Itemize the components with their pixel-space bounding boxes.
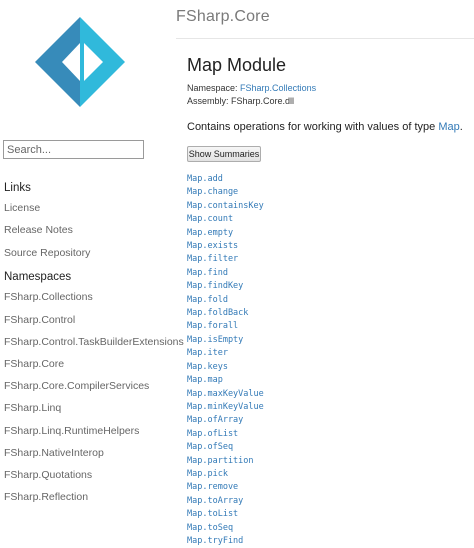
fsharp-logo-icon[interactable] bbox=[35, 17, 125, 107]
list-item: Map.ofList bbox=[187, 425, 264, 439]
member-list: Map.add Map.change Map.containsKey Map.c… bbox=[187, 170, 264, 546]
description-text: Contains operations for working with val… bbox=[187, 121, 439, 133]
list-item: Map.foldBack bbox=[187, 304, 264, 318]
member-link[interactable]: Map.tryFind bbox=[187, 536, 243, 546]
list-item: Map.forall bbox=[187, 317, 264, 331]
list-item: Map.count bbox=[187, 210, 264, 224]
list-item: Map.toList bbox=[187, 505, 264, 519]
assembly-value: FSharp.Core.dll bbox=[231, 96, 295, 106]
namespace-link[interactable]: FSharp.Core bbox=[4, 358, 64, 370]
namespace-info: Namespace: FSharp.Collections bbox=[187, 83, 316, 93]
namespace-link[interactable]: FSharp.Reflection bbox=[4, 491, 88, 503]
namespaces-heading: Namespaces bbox=[4, 271, 72, 283]
list-item: Map.change bbox=[187, 183, 264, 197]
map-type-link[interactable]: Map bbox=[438, 121, 459, 133]
namespace-label: Namespace: bbox=[187, 83, 238, 93]
source-repository-link[interactable]: Source Repository bbox=[4, 247, 90, 259]
list-item: Map.pick bbox=[187, 465, 264, 479]
release-notes-link[interactable]: Release Notes bbox=[4, 224, 73, 236]
namespace-link[interactable]: FSharp.Quotations bbox=[4, 469, 92, 481]
list-item: Map.filter bbox=[187, 250, 264, 264]
description-suffix: . bbox=[459, 121, 463, 133]
list-item: Map.tryFind bbox=[187, 532, 264, 546]
namespace-link[interactable]: FSharp.Linq.RuntimeHelpers bbox=[4, 425, 139, 437]
list-item: Map.find bbox=[187, 264, 264, 278]
list-item: Map.remove bbox=[187, 478, 264, 492]
list-item: Map.ofSeq bbox=[187, 438, 264, 452]
member-link[interactable]: Map.count bbox=[187, 214, 233, 224]
member-link[interactable]: Map.filter bbox=[187, 254, 238, 264]
list-item: Map.map bbox=[187, 371, 264, 385]
list-item: Map.keys bbox=[187, 358, 264, 372]
page-title: Map Module bbox=[187, 55, 287, 75]
namespace-link[interactable]: FSharp.Linq bbox=[4, 402, 61, 414]
list-item: Map.maxKeyValue bbox=[187, 385, 264, 399]
namespace-link[interactable]: FSharp.Collections bbox=[4, 291, 93, 303]
list-item: Map.minKeyValue bbox=[187, 398, 264, 412]
show-summaries-button[interactable]: Show Summaries bbox=[187, 146, 261, 162]
namespace-value-link[interactable]: FSharp.Collections bbox=[240, 83, 316, 93]
list-item: Map.fold bbox=[187, 291, 264, 305]
member-link[interactable]: Map.map bbox=[187, 375, 223, 385]
namespace-link[interactable]: FSharp.NativeInterop bbox=[4, 447, 104, 459]
links-heading: Links bbox=[4, 182, 31, 194]
member-link[interactable]: Map.remove bbox=[187, 482, 238, 492]
header-divider bbox=[176, 38, 474, 39]
list-item: Map.containsKey bbox=[187, 197, 264, 211]
list-item: Map.empty bbox=[187, 224, 264, 238]
member-link[interactable]: Map.ofArray bbox=[187, 415, 243, 425]
license-link[interactable]: License bbox=[4, 202, 40, 214]
assembly-label: Assembly: bbox=[187, 96, 229, 106]
module-description: Contains operations for working with val… bbox=[187, 121, 463, 133]
list-item: Map.toSeq bbox=[187, 519, 264, 533]
member-link[interactable]: Map.change bbox=[187, 187, 238, 197]
list-item: Map.exists bbox=[187, 237, 264, 251]
list-item: Map.findKey bbox=[187, 277, 264, 291]
member-link[interactable]: Map.ofSeq bbox=[187, 442, 233, 452]
site-title[interactable]: FSharp.Core bbox=[176, 8, 270, 26]
namespace-link[interactable]: FSharp.Control.TaskBuilderExtensions bbox=[4, 336, 184, 348]
list-item: Map.add bbox=[187, 170, 264, 184]
namespace-link[interactable]: FSharp.Core.CompilerServices bbox=[4, 380, 149, 392]
search-input[interactable] bbox=[3, 140, 144, 159]
member-link[interactable]: Map.iter bbox=[187, 348, 228, 358]
list-item: Map.toArray bbox=[187, 492, 264, 506]
assembly-info: Assembly: FSharp.Core.dll bbox=[187, 96, 294, 106]
list-item: Map.isEmpty bbox=[187, 331, 264, 345]
member-link[interactable]: Map.forall bbox=[187, 321, 238, 331]
list-item: Map.ofArray bbox=[187, 411, 264, 425]
list-item: Map.iter bbox=[187, 344, 264, 358]
member-link[interactable]: Map.toList bbox=[187, 509, 238, 519]
member-link[interactable]: Map.findKey bbox=[187, 281, 243, 291]
namespace-link[interactable]: FSharp.Control bbox=[4, 314, 75, 326]
list-item: Map.partition bbox=[187, 452, 264, 466]
